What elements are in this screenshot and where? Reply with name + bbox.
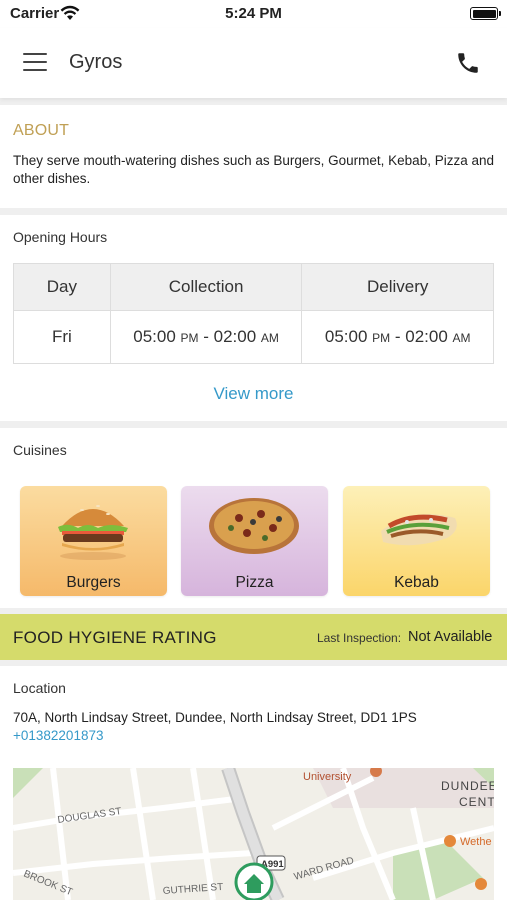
- location-section: Location 70A, North Lindsay Street, Dund…: [0, 666, 507, 900]
- phone-link[interactable]: +01382201873: [13, 728, 103, 743]
- poi-pin-icon: [475, 878, 487, 890]
- battery-icon: [470, 7, 501, 20]
- cuisines-section: Cuisines Burgers Pizza Kebab: [0, 428, 507, 608]
- cuisine-card-burgers[interactable]: Burgers: [20, 486, 167, 596]
- status-bar: Carrier 5:24 PM: [0, 0, 507, 28]
- table-header-row: Day Collection Delivery: [13, 263, 494, 311]
- last-inspection-label: Last Inspection:: [317, 631, 402, 645]
- clock: 5:24 PM: [225, 5, 282, 22]
- view-more-link[interactable]: View more: [0, 384, 507, 404]
- cuisine-name: Burgers: [66, 574, 121, 591]
- phone-icon[interactable]: [455, 50, 481, 76]
- about-title: ABOUT: [13, 122, 70, 139]
- poi-pin-icon: [444, 835, 456, 847]
- row-delivery-hours: 05:00 PM - 02:00 AM: [301, 310, 494, 364]
- header-collection: Collection: [109, 263, 303, 311]
- map-label-university: University: [303, 771, 352, 783]
- hygiene-title: FOOD HYGIENE RATING: [13, 628, 217, 647]
- menu-icon[interactable]: [23, 53, 47, 71]
- page-title: Gyros: [69, 51, 123, 73]
- table-row: Fri 05:00 PM - 02:00 AM 05:00 PM - 02:00…: [13, 310, 494, 364]
- map-canvas[interactable]: University DUNDEE CENT DOUGLAS ST WARD R…: [13, 768, 494, 900]
- opening-hours-section: Opening Hours Day Collection Delivery Fr…: [0, 215, 507, 421]
- food-hygiene-banner: FOOD HYGIENE RATING Last Inspection: Not…: [0, 614, 507, 660]
- row-collection-hours: 05:00 PM - 02:00 AM: [109, 310, 303, 364]
- about-text: They serve mouth-watering dishes such as…: [13, 153, 494, 186]
- location-label: Location: [13, 680, 66, 696]
- cuisine-card-kebab[interactable]: Kebab: [343, 486, 490, 596]
- map-view[interactable]: University DUNDEE CENT DOUGLAS ST WARD R…: [13, 768, 494, 900]
- cuisines-label: Cuisines: [13, 442, 67, 458]
- cuisine-name: Kebab: [394, 574, 439, 591]
- last-inspection-value: Not Available: [408, 629, 493, 645]
- cuisine-card-pizza[interactable]: Pizza: [181, 486, 328, 596]
- cuisine-name: Pizza: [235, 574, 274, 591]
- header-day: Day: [13, 263, 111, 311]
- map-label-wether: Wethe: [460, 836, 492, 848]
- address-text: 70A, North Lindsay Street, Dundee, North…: [13, 710, 417, 725]
- map-label-centre: CENT: [459, 795, 494, 809]
- row-day: Fri: [13, 310, 111, 364]
- restaurant-marker-icon[interactable]: [234, 862, 274, 900]
- about-section: ABOUT They serve mouth-watering dishes s…: [0, 105, 507, 208]
- map-label-dundee: DUNDEE: [441, 779, 494, 793]
- top-navbar: Gyros: [0, 28, 507, 98]
- header-delivery: Delivery: [301, 263, 494, 311]
- opening-hours-label: Opening Hours: [13, 229, 108, 245]
- opening-hours-table: Day Collection Delivery Fri 05:00 PM - 0…: [13, 263, 494, 364]
